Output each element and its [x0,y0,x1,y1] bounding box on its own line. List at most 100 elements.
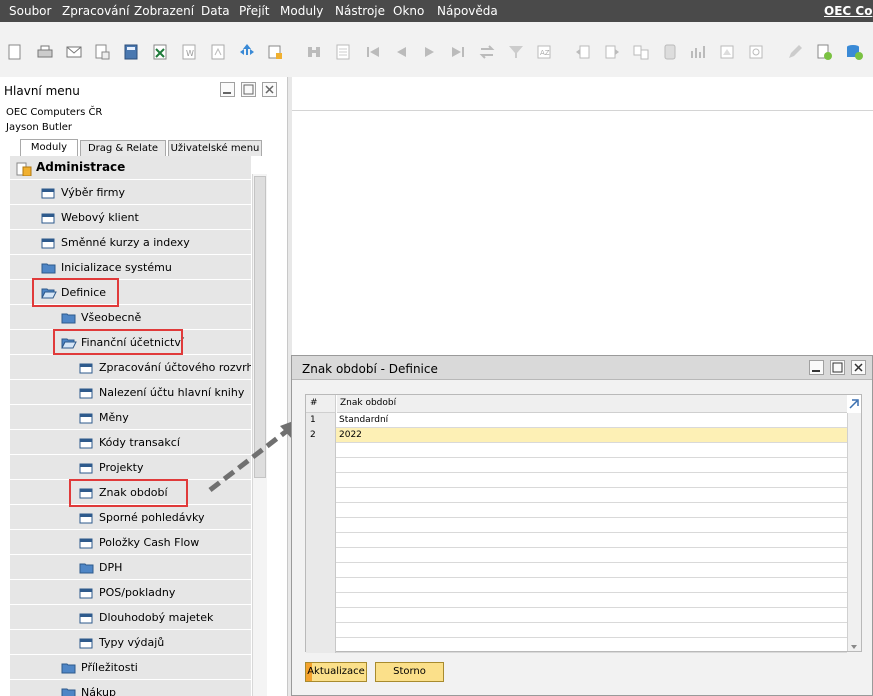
table-row[interactable] [306,503,847,518]
expand-icon[interactable] [847,395,861,413]
pdf-icon[interactable] [209,43,227,61]
table-row[interactable] [306,518,847,533]
form-close-button[interactable] [851,360,866,375]
last-record-icon[interactable] [449,43,467,61]
tree-item[interactable]: Směnné kurzy a indexy [10,231,251,255]
tree-item[interactable]: Administrace [10,156,251,180]
refresh-icon[interactable] [478,43,496,61]
tree-item[interactable]: Výběr firmy [10,181,251,205]
tab-moduly[interactable]: Moduly [20,139,78,156]
table-scrollbar[interactable] [847,413,861,651]
column-header-znak-obdobi[interactable]: Znak období [337,395,847,413]
new-icon[interactable] [6,43,24,61]
tab-drag-relate[interactable]: Drag & Relate [80,140,166,156]
payment-icon[interactable] [747,43,765,61]
journal-icon[interactable] [661,43,679,61]
excel-icon[interactable] [151,43,169,61]
filter-icon[interactable] [507,43,525,61]
tree-item[interactable]: Webový klient [10,206,251,230]
row-number-cell[interactable] [306,473,336,488]
word-icon[interactable]: W [180,43,198,61]
menu-zpracovani[interactable]: Zpracování [62,4,129,18]
row-number-cell[interactable] [306,623,336,638]
row-number-cell[interactable] [306,488,336,503]
print-preview-icon[interactable] [93,43,111,61]
add-icon[interactable] [815,43,833,61]
table-row[interactable] [306,563,847,578]
print-icon[interactable] [36,43,54,61]
tree-item[interactable]: Inicializace systému [10,256,251,280]
tree-item[interactable]: Sporné pohledávky [10,506,251,530]
cancel-button[interactable]: Storno [375,662,444,682]
tree-item[interactable]: Typy výdajů [10,631,251,655]
menu-data[interactable]: Data [201,4,230,18]
previous-record-icon[interactable] [392,43,410,61]
edit-icon[interactable] [786,43,804,61]
tree-item[interactable]: Zpracování účtového rozvrhu [10,356,251,380]
tree-item[interactable]: Položky Cash Flow [10,531,251,555]
table-row[interactable]: 1 Standardní [306,413,847,428]
tree-item[interactable]: Nákup [10,681,251,696]
gross-profit-icon[interactable] [689,43,707,61]
form-minimize-button[interactable] [809,360,824,375]
menu-okno[interactable]: Okno [393,4,424,18]
maximize-button[interactable] [241,82,256,97]
row-number-cell[interactable] [306,593,336,608]
tree-item[interactable]: Dlouhodobý majetek [10,606,251,630]
row-number-cell[interactable] [306,443,336,458]
znak-obdobi-cell[interactable]: 2022 [337,428,362,442]
close-button[interactable] [262,82,277,97]
row-number-cell[interactable] [306,608,336,623]
tree-item[interactable]: DPH [10,556,251,580]
table-row[interactable] [306,623,847,638]
row-number-cell[interactable]: 2 [306,428,336,443]
row-number-cell[interactable] [306,503,336,518]
database-icon[interactable] [845,43,863,61]
table-row[interactable] [306,578,847,593]
update-button[interactable]: Aktualizace [305,662,367,682]
menu-nastroje[interactable]: Nástroje [335,4,385,18]
minimize-button[interactable] [220,82,235,97]
row-number-cell[interactable] [306,518,336,533]
menu-moduly[interactable]: Moduly [280,4,323,18]
first-record-icon[interactable] [364,43,382,61]
tree-item[interactable]: Všeobecně [10,306,251,330]
table-row[interactable] [306,488,847,503]
row-number-cell[interactable] [306,458,336,473]
calculator-icon[interactable] [122,43,140,61]
row-number-cell[interactable] [306,638,336,653]
table-row[interactable] [306,443,847,458]
menu-soubor[interactable]: Soubor [9,4,51,18]
menu-napoveda[interactable]: Nápověda [437,4,498,18]
lock-icon[interactable] [266,43,284,61]
menu-prejit[interactable]: Přejít [239,4,269,18]
sort-icon[interactable]: AZ [535,43,553,61]
move-icon[interactable] [238,43,256,61]
table-row[interactable] [306,458,847,473]
form-maximize-button[interactable] [830,360,845,375]
table-row[interactable] [306,473,847,488]
table-row[interactable] [306,638,847,653]
find-icon[interactable] [305,43,323,61]
next-record-icon[interactable] [421,43,439,61]
relationship-map-icon[interactable] [632,43,650,61]
tab-uzivatelske-menu[interactable]: Uživatelské menu [168,140,262,156]
volume-icon[interactable] [718,43,736,61]
table-row[interactable] [306,608,847,623]
window-titlebar[interactable]: Znak období - Definice [292,356,872,380]
base-document-icon[interactable] [574,43,592,61]
table-row[interactable] [306,533,847,548]
form-icon[interactable] [334,43,352,61]
tree-item[interactable]: Příležitosti [10,656,251,680]
menu-zobrazeni[interactable]: Zobrazení [134,4,194,18]
znak-obdobi-cell[interactable]: Standardní [337,413,388,427]
row-number-cell[interactable] [306,548,336,563]
row-number-cell[interactable] [306,563,336,578]
table-row[interactable] [306,593,847,608]
row-number-cell[interactable] [306,578,336,593]
table-row[interactable]: 2 2022 [306,428,847,443]
row-number-cell[interactable] [306,533,336,548]
email-icon[interactable] [65,43,83,61]
table-row[interactable] [306,548,847,563]
target-document-icon[interactable] [603,43,621,61]
